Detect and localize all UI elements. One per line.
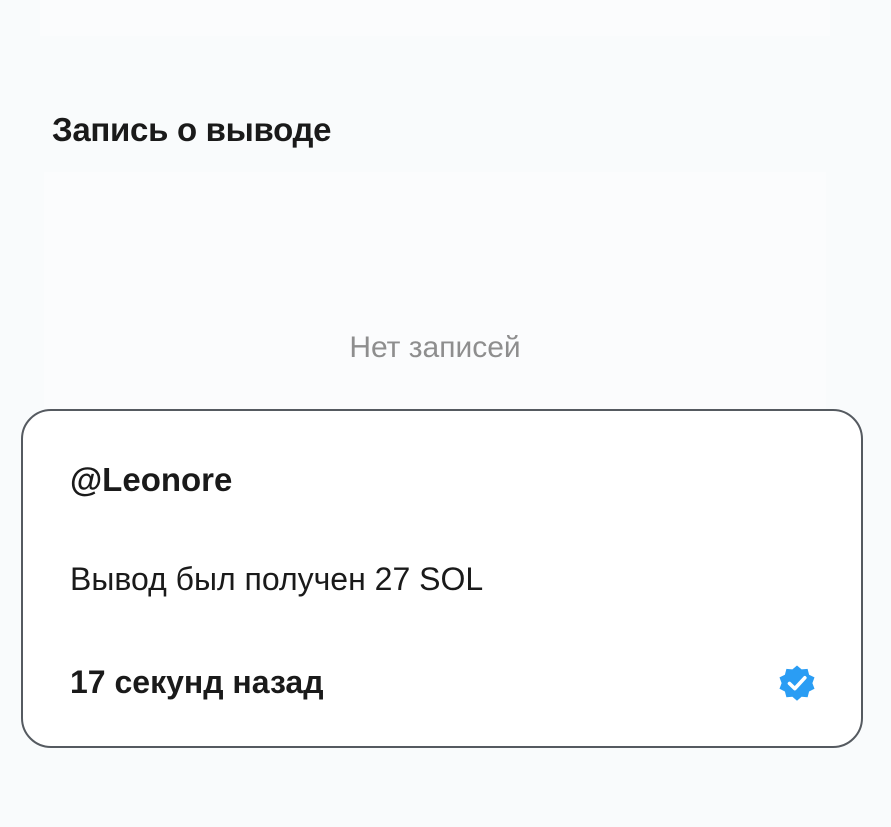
notification-message: Вывод был получен 27 SOL: [70, 561, 484, 597]
section-title: Запись о выводе: [52, 111, 332, 148]
notification-timestamp: 17 секунд назад: [70, 664, 324, 700]
withdrawal-records-panel: Нет записей: [44, 172, 826, 422]
empty-state-text: Нет записей: [349, 331, 521, 364]
notification-username: @Leonore: [70, 461, 233, 498]
withdrawal-notification-card[interactable]: @Leonore Вывод был получен 27 SOL 17 сек…: [21, 409, 863, 748]
top-panel-edge: [40, 0, 830, 36]
verified-badge-icon: [779, 665, 815, 701]
